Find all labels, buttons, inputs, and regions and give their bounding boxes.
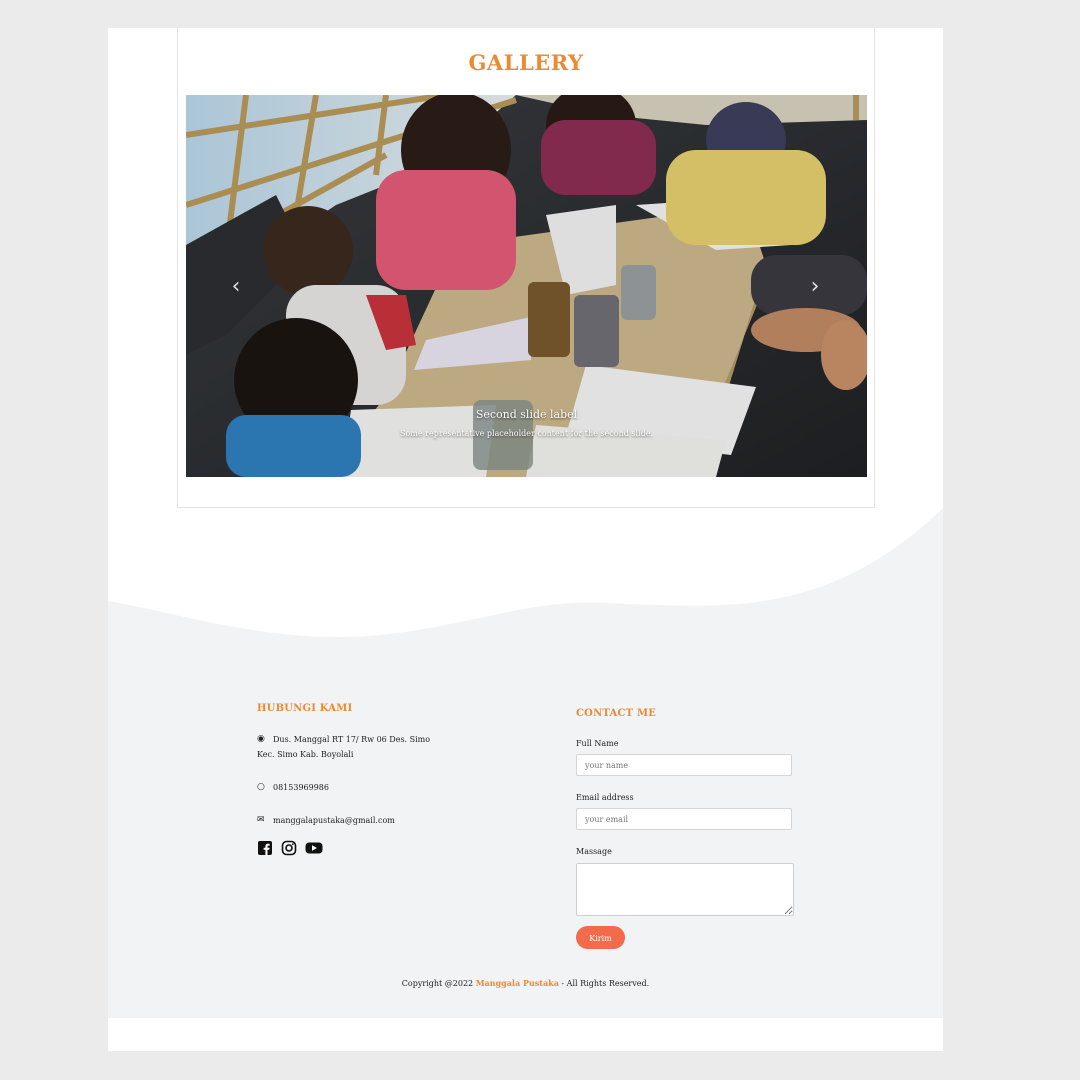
social-links bbox=[257, 840, 507, 856]
copyright: Copyright @2022 Manggala Pustaka - All R… bbox=[108, 978, 943, 988]
envelope-icon: ✉ bbox=[257, 815, 265, 825]
address-line-2: Kec. Simo Kab. Boyolali bbox=[257, 750, 354, 759]
slide-caption: Second slide label Some representative p… bbox=[186, 408, 867, 438]
facebook-icon[interactable] bbox=[257, 840, 273, 856]
instagram-icon[interactable] bbox=[281, 840, 297, 856]
gallery-title: GALLERY bbox=[468, 50, 584, 75]
phone-row: ○ 08153969986 bbox=[257, 780, 507, 795]
footer: HUBUNGI KAMI ◉ Dus. Manggal RT 17/ Rw 06… bbox=[108, 688, 943, 1018]
address-line-1: Dus. Manggal RT 17/ Rw 06 Des. Simo bbox=[273, 735, 431, 744]
message-label: Massage bbox=[576, 847, 612, 856]
submit-button[interactable]: Kirim bbox=[576, 926, 625, 949]
message-textarea[interactable] bbox=[576, 863, 794, 916]
brand-link[interactable]: Manggala Pustaka bbox=[476, 978, 559, 988]
email-address[interactable]: manggalapustaka@gmail.com bbox=[273, 813, 395, 828]
copyright-prefix: Copyright @2022 bbox=[401, 979, 476, 988]
slide-caption-text: Some representative placeholder content … bbox=[399, 429, 654, 438]
whatsapp-icon: ○ bbox=[257, 782, 265, 792]
address-row: ◉ Dus. Manggal RT 17/ Rw 06 Des. Simo Ke… bbox=[257, 732, 507, 762]
gallery-carousel[interactable]: ‹ › Second slide label Some representati… bbox=[186, 95, 867, 477]
contact-info-column: HUBUNGI KAMI ◉ Dus. Manggal RT 17/ Rw 06… bbox=[257, 703, 507, 856]
chevron-right-icon: › bbox=[810, 274, 820, 299]
full-name-label: Full Name bbox=[576, 739, 619, 748]
gallery-section: GALLERY ‹ › Second slide label Some repr… bbox=[177, 28, 875, 508]
page-container: GALLERY ‹ › Second slide label Some repr… bbox=[108, 28, 943, 1051]
contact-form: CONTACT ME Full Name Email address Massa… bbox=[576, 708, 796, 949]
phone-number[interactable]: 08153969986 bbox=[273, 780, 329, 795]
carousel-next-control[interactable]: › bbox=[795, 267, 835, 307]
chevron-left-icon: ‹ bbox=[231, 274, 241, 299]
carousel-prev-control[interactable]: ‹ bbox=[216, 267, 256, 307]
email-row: ✉ manggalapustaka@gmail.com bbox=[257, 813, 507, 828]
full-name-input[interactable] bbox=[576, 754, 792, 776]
map-pin-icon: ◉ bbox=[257, 734, 265, 744]
email-input[interactable] bbox=[576, 808, 792, 830]
contact-form-heading: CONTACT ME bbox=[576, 708, 657, 719]
copyright-suffix: - All Rights Reserved. bbox=[558, 979, 650, 988]
slide-caption-title: Second slide label bbox=[475, 408, 578, 421]
youtube-icon[interactable] bbox=[305, 840, 323, 856]
contact-info-heading: HUBUNGI KAMI bbox=[257, 703, 353, 714]
email-label: Email address bbox=[576, 793, 634, 802]
